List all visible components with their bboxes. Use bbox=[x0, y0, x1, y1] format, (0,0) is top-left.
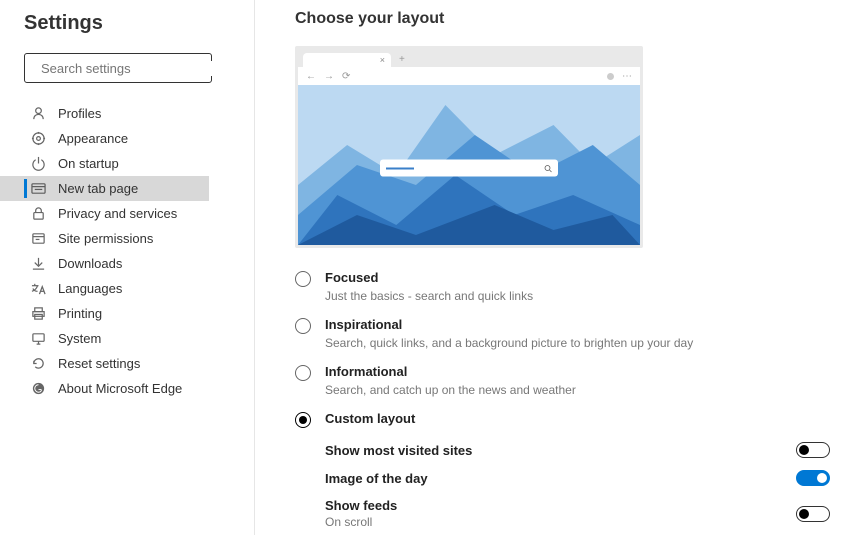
preview-newtab-icon: + bbox=[399, 54, 405, 65]
newtab-icon bbox=[31, 181, 46, 196]
sidebar-item-label: New tab page bbox=[58, 181, 138, 196]
sidebar-item-label: On startup bbox=[58, 156, 119, 171]
back-icon: ← bbox=[306, 71, 316, 82]
option-label: Inspirational bbox=[325, 317, 830, 332]
sidebar-item-printing[interactable]: Printing bbox=[0, 301, 254, 326]
profile-icon bbox=[31, 106, 46, 121]
radio-button[interactable] bbox=[295, 271, 311, 287]
sidebar-item-label: Downloads bbox=[58, 256, 122, 271]
preview-search-placeholder bbox=[386, 167, 414, 169]
option-label: Informational bbox=[325, 364, 830, 379]
preview-tab: × bbox=[303, 53, 391, 67]
sidebar-item-label: System bbox=[58, 331, 101, 346]
sidebar-item-downloads[interactable]: Downloads bbox=[0, 251, 254, 276]
option-custom[interactable]: Custom layout bbox=[295, 411, 830, 428]
sidebar-item-profiles[interactable]: Profiles bbox=[0, 101, 254, 126]
sidebar-item-system[interactable]: System bbox=[0, 326, 254, 351]
search-icon bbox=[544, 164, 552, 172]
sidebar-item-appearance[interactable]: Appearance bbox=[0, 126, 254, 151]
sidebar-item-reset[interactable]: Reset settings bbox=[0, 351, 254, 376]
refresh-icon: ⟳ bbox=[342, 71, 350, 82]
option-label: Focused bbox=[325, 270, 830, 285]
sidebar-item-label: Site permissions bbox=[58, 231, 153, 246]
sidebar-item-newtab[interactable]: New tab page bbox=[0, 176, 209, 201]
layout-preview: × + ← → ⟳ ⋯ bbox=[295, 46, 643, 248]
reset-icon bbox=[31, 356, 46, 371]
main-content: Choose your layout × + ← → ⟳ ⋯ bbox=[255, 0, 860, 535]
sidebar-item-languages[interactable]: Languages bbox=[0, 276, 254, 301]
more-icon: ⋯ bbox=[622, 71, 632, 82]
option-focused[interactable]: Focused Just the basics - search and qui… bbox=[295, 270, 830, 303]
toggle-show-feeds[interactable] bbox=[796, 506, 830, 522]
sub-option-most-visited: Show most visited sites bbox=[325, 442, 830, 458]
system-icon bbox=[31, 331, 46, 346]
search-input-field[interactable] bbox=[41, 61, 217, 76]
sidebar-item-privacy[interactable]: Privacy and services bbox=[0, 201, 254, 226]
radio-button[interactable] bbox=[295, 365, 311, 381]
appearance-icon bbox=[31, 131, 46, 146]
section-title: Choose your layout bbox=[295, 10, 830, 28]
sub-option-label: Show most visited sites bbox=[325, 443, 472, 458]
edge-icon bbox=[31, 381, 46, 396]
sidebar-item-startup[interactable]: On startup bbox=[0, 151, 254, 176]
sidebar-item-label: Printing bbox=[58, 306, 102, 321]
preview-tabbar: × + bbox=[298, 49, 640, 67]
toggle-most-visited[interactable] bbox=[796, 442, 830, 458]
preview-body bbox=[298, 85, 640, 245]
sidebar-item-label: Privacy and services bbox=[58, 206, 177, 221]
preview-avatar bbox=[607, 73, 614, 80]
search-settings-input[interactable] bbox=[24, 53, 212, 83]
sub-option-label: Image of the day bbox=[325, 471, 428, 486]
printer-icon bbox=[31, 306, 46, 321]
power-icon bbox=[31, 156, 46, 171]
sidebar-item-permissions[interactable]: Site permissions bbox=[0, 226, 254, 251]
page-title: Settings bbox=[24, 12, 254, 35]
lock-icon bbox=[31, 206, 46, 221]
site-icon bbox=[31, 231, 46, 246]
sidebar-item-about[interactable]: About Microsoft Edge bbox=[0, 376, 254, 401]
option-inspirational[interactable]: Inspirational Search, quick links, and a… bbox=[295, 317, 830, 350]
option-desc: Search, quick links, and a background pi… bbox=[325, 336, 830, 350]
sidebar-item-label: Appearance bbox=[58, 131, 128, 146]
download-icon bbox=[31, 256, 46, 271]
sidebar-item-label: About Microsoft Edge bbox=[58, 381, 182, 396]
language-icon bbox=[31, 281, 46, 296]
toggle-image-of-day[interactable] bbox=[796, 470, 830, 486]
sub-option-show-feeds: Show feeds On scroll bbox=[325, 498, 830, 529]
option-desc: Just the basics - search and quick links bbox=[325, 289, 830, 303]
radio-button[interactable] bbox=[295, 412, 311, 428]
radio-button[interactable] bbox=[295, 318, 311, 334]
sub-option-image-of-day: Image of the day bbox=[325, 470, 830, 486]
preview-toolbar: ← → ⟳ ⋯ bbox=[298, 67, 640, 85]
sidebar-item-label: Profiles bbox=[58, 106, 101, 121]
sidebar: Settings Profiles Appearance On startup … bbox=[0, 0, 255, 535]
forward-icon: → bbox=[324, 71, 334, 82]
sidebar-item-label: Reset settings bbox=[58, 356, 140, 371]
option-informational[interactable]: Informational Search, and catch up on th… bbox=[295, 364, 830, 397]
preview-searchbar bbox=[380, 160, 558, 177]
sub-option-desc: On scroll bbox=[325, 515, 397, 529]
option-label: Custom layout bbox=[325, 411, 830, 426]
sidebar-item-label: Languages bbox=[58, 281, 122, 296]
option-desc: Search, and catch up on the news and wea… bbox=[325, 383, 830, 397]
sidebar-nav: Profiles Appearance On startup New tab p… bbox=[0, 101, 254, 401]
sub-option-label: Show feeds bbox=[325, 498, 397, 513]
